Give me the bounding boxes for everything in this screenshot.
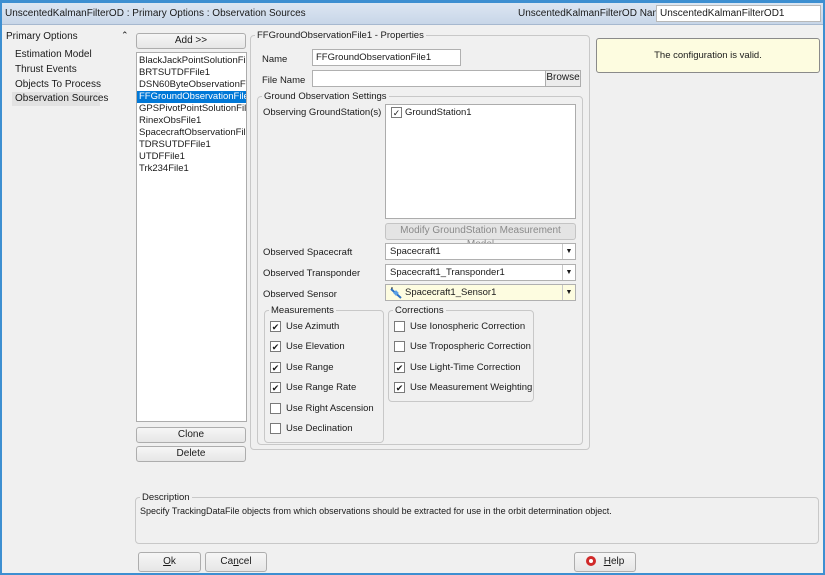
description-title: Description	[142, 492, 190, 503]
chevron-down-icon[interactable]: ▼	[562, 244, 575, 259]
clone-button[interactable]: Clone	[136, 427, 246, 443]
sidebar-group-primary-options[interactable]: Primary Options	[6, 31, 78, 42]
name-input[interactable]: FFGroundObservationFile1	[312, 49, 461, 66]
use-declination-checkbox[interactable]: Use Declination	[270, 423, 353, 437]
object-name-input[interactable]: UnscentedKalmanFilterOD1	[656, 5, 821, 22]
add-button[interactable]: Add >>	[136, 33, 246, 49]
list-item-selected[interactable]: FFGroundObservationFile1	[137, 91, 246, 103]
delete-button[interactable]: Delete	[136, 446, 246, 462]
description-text: Specify TrackingDataFile objects from wh…	[140, 506, 612, 516]
file-name-input[interactable]	[312, 70, 546, 87]
validation-message: The configuration is valid.	[596, 38, 820, 73]
measurements-title: Measurements	[271, 305, 334, 316]
name-label: Name	[262, 54, 288, 65]
list-item[interactable]: BlackJackPointSolutionFile1	[137, 55, 246, 67]
checkbox-checked-icon[interactable]: ✓	[391, 107, 402, 118]
list-item[interactable]: BRTSUTDFFile1	[137, 67, 246, 79]
dialog-window: UnscentedKalmanFilterOD : Primary Option…	[0, 0, 825, 575]
breadcrumb: UnscentedKalmanFilterOD : Primary Option…	[5, 8, 306, 19]
observed-transponder-label: Observed Transponder	[263, 268, 361, 279]
object-name-label: UnscentedKalmanFilterOD Name	[518, 8, 667, 19]
list-item[interactable]: SpacecraftObservationFile1	[137, 127, 246, 139]
ground-station-checklist[interactable]: ✓ GroundStation1	[385, 104, 576, 219]
observed-transponder-dropdown[interactable]: Spacecraft1_Transponder1 ▼	[385, 264, 576, 281]
lifebuoy-icon	[585, 556, 596, 567]
observing-stations-label: Observing GroundStation(s)	[263, 107, 382, 118]
list-item[interactable]: RinexObsFile1	[137, 115, 246, 127]
ground-station-item[interactable]: ✓ GroundStation1	[391, 107, 472, 121]
description-group: Description	[135, 492, 819, 544]
list-item[interactable]: Trk234File1	[137, 163, 246, 175]
ground-observation-settings-title: Ground Observation Settings	[264, 91, 387, 102]
corrections-title: Corrections	[395, 305, 444, 316]
use-tropospheric-correction-checkbox[interactable]: Use Tropospheric Correction	[394, 341, 531, 355]
chevron-down-icon[interactable]: ▼	[562, 265, 575, 280]
list-item[interactable]: DSN60ByteObservationFile1	[137, 79, 246, 91]
sidebar-item-observation-sources[interactable]: Observation Sources	[12, 92, 108, 106]
observed-spacecraft-label: Observed Spacecraft	[263, 247, 353, 258]
list-item[interactable]: TDRSUTDFFile1	[137, 139, 246, 151]
browse-button[interactable]: Browse	[545, 70, 581, 87]
use-light-time-correction-checkbox[interactable]: ✔ Use Light-Time Correction	[394, 362, 521, 376]
use-right-ascension-checkbox[interactable]: Use Right Ascension	[270, 403, 374, 417]
chevron-down-icon[interactable]: ▼	[562, 285, 575, 300]
file-name-label: File Name	[262, 75, 306, 86]
help-button[interactable]: Help	[574, 552, 636, 572]
sidebar-item-objects-to-process[interactable]: Objects To Process	[12, 78, 104, 92]
observed-spacecraft-dropdown[interactable]: Spacecraft1 ▼	[385, 243, 576, 260]
header-bar: UnscentedKalmanFilterOD : Primary Option…	[2, 3, 823, 25]
modify-measurement-model-button[interactable]: Modify GroundStation Measurement Model	[385, 223, 576, 250]
observed-sensor-label: Observed Sensor	[263, 289, 337, 300]
list-item[interactable]: UTDFFile1	[137, 151, 246, 163]
observed-sensor-dropdown[interactable]: Spacecraft1_Sensor1 ▼	[385, 284, 576, 301]
use-azimuth-checkbox[interactable]: ✔ Use Azimuth	[270, 321, 339, 335]
observation-source-list[interactable]: BlackJackPointSolutionFile1 BRTSUTDFFile…	[136, 52, 247, 422]
sidebar-item-thrust-events[interactable]: Thrust Events	[12, 63, 80, 77]
use-measurement-weighting-checkbox[interactable]: ✔ Use Measurement Weighting	[394, 382, 532, 396]
collapse-icon[interactable]: ⌃	[121, 30, 129, 41]
properties-title: FFGroundObservationFile1 - Properties	[257, 30, 424, 41]
use-ionospheric-correction-checkbox[interactable]: Use Ionospheric Correction	[394, 321, 525, 335]
ok-button[interactable]: Ok	[138, 552, 201, 572]
use-range-checkbox[interactable]: ✔ Use Range	[270, 362, 334, 376]
sensor-icon	[390, 287, 402, 299]
cancel-button[interactable]: Cancel	[205, 552, 267, 572]
sidebar-item-estimation-model[interactable]: Estimation Model	[12, 48, 95, 62]
use-range-rate-checkbox[interactable]: ✔ Use Range Rate	[270, 382, 356, 396]
list-item[interactable]: GPSPivotPointSolutionFile1	[137, 103, 246, 115]
use-elevation-checkbox[interactable]: ✔ Use Elevation	[270, 341, 345, 355]
